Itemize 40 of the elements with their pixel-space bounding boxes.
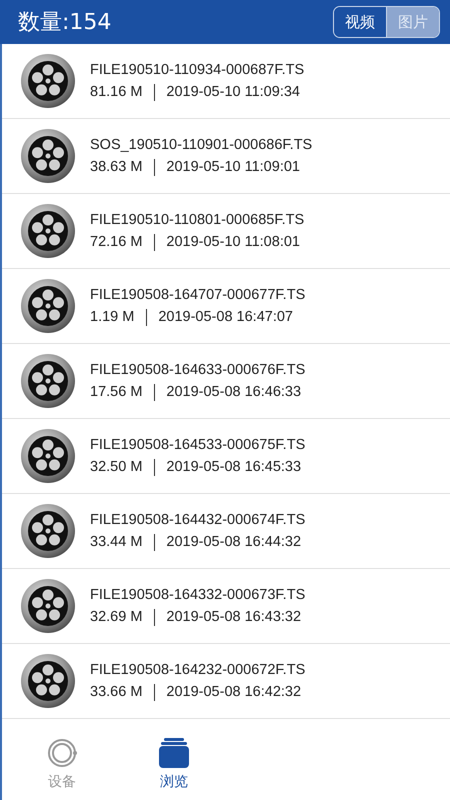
file-name: FILE190510-110801-000685F.TS: [90, 212, 304, 228]
film-reel-icon: [20, 53, 76, 109]
film-reel-icon: [20, 503, 76, 559]
screen-title: 数量:154: [18, 9, 112, 37]
file-name: FILE190508-164633-000676F.TS: [90, 362, 306, 378]
file-size: 32.69 M: [90, 609, 142, 625]
file-size: 33.44 M: [90, 534, 142, 550]
file-size: 81.16 M: [90, 84, 142, 100]
file-size: 32.50 M: [90, 459, 142, 475]
file-date: 2019-05-08 16:44:32: [166, 534, 302, 550]
file-date: 2019-05-08 16:43:32: [166, 609, 302, 625]
stack-icon: [158, 736, 190, 768]
film-reel-icon: [20, 353, 76, 409]
file-name: FILE190510-110934-000687F.TS: [90, 62, 304, 78]
file-name: SOS_190510-110901-000686F.TS: [90, 136, 312, 152]
file-date: 2019-05-08 16:42:32: [166, 684, 302, 700]
file-name: FILE190508-164533-000675F.TS: [90, 436, 306, 452]
film-reel-icon: [20, 203, 76, 259]
file-size: 38.63 M: [90, 159, 142, 175]
file-size: 33.66 M: [90, 684, 142, 700]
nav-tab[interactable]: 浏览: [118, 736, 230, 790]
film-reel-icon: [20, 128, 76, 184]
file-date: 2019-05-08 16:47:07: [158, 309, 293, 325]
file-date: 2019-05-08 16:45:33: [166, 459, 302, 475]
ring-icon: [46, 736, 78, 768]
file-name: FILE190508-164332-000673F.TS: [90, 586, 306, 602]
file-size: 17.56 M: [90, 384, 142, 400]
film-reel-icon: [20, 653, 76, 709]
file-date: 2019-05-08 16:46:33: [166, 384, 302, 400]
file-name: FILE190508-164232-000672F.TS: [90, 662, 306, 678]
file-name: FILE190508-164707-000677F.TS: [90, 286, 306, 302]
file-size: 1.19 M: [90, 309, 134, 325]
file-date: 2019-05-10 11:08:01: [166, 234, 300, 250]
file-name: FILE190508-164432-000674F.TS: [90, 512, 306, 528]
file-date: 2019-05-10 11:09:34: [166, 84, 300, 100]
film-reel-icon: [20, 278, 76, 334]
file-size: 72.16 M: [90, 234, 142, 250]
film-reel-icon: [20, 578, 76, 634]
film-reel-icon: [20, 428, 76, 484]
file-date: 2019-05-10 11:09:01: [166, 159, 300, 175]
